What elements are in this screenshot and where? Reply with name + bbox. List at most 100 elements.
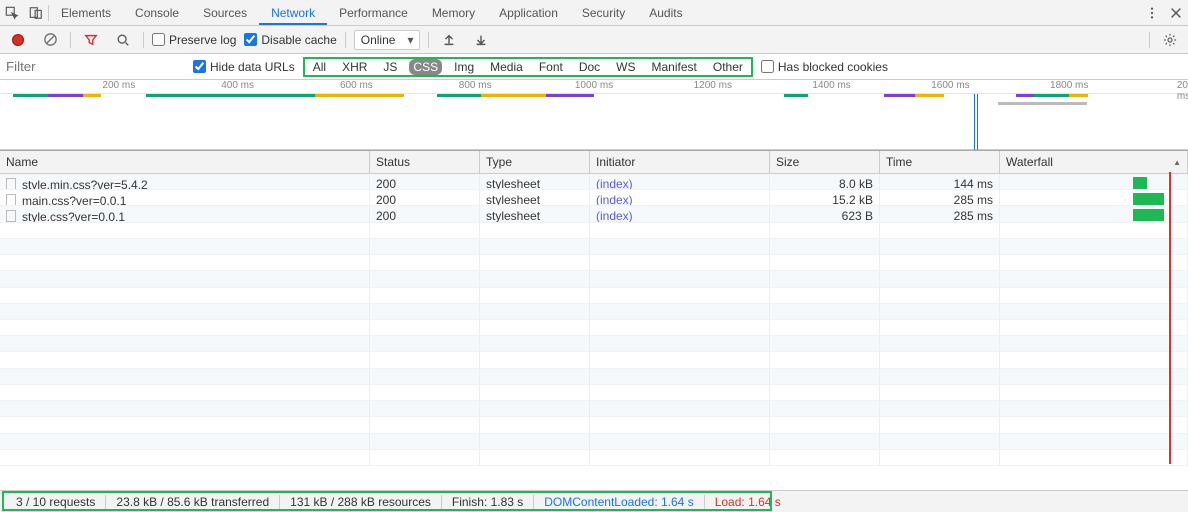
- type-filter-font[interactable]: Font: [535, 59, 567, 75]
- clear-icon[interactable]: [38, 28, 62, 52]
- type-filter-all[interactable]: All: [309, 59, 330, 75]
- overview-tick: 200 ms: [102, 80, 135, 91]
- column-header-type[interactable]: Type: [480, 151, 590, 173]
- cell-empty: [770, 401, 880, 417]
- column-header-time[interactable]: Time: [880, 151, 1000, 173]
- hide-data-urls-checkbox[interactable]: Hide data URLs: [193, 60, 295, 74]
- cell-empty: [770, 239, 880, 255]
- type-filter-other[interactable]: Other: [709, 59, 747, 75]
- cell-empty: [370, 385, 480, 401]
- status-load: Load: 1.64 s: [705, 495, 791, 509]
- initiator-link[interactable]: (index): [596, 209, 633, 222]
- cell-empty: [370, 417, 480, 433]
- cell-empty: [770, 369, 880, 385]
- cell-empty: [480, 401, 590, 417]
- overview-segment: [1034, 94, 1070, 97]
- tab-sources[interactable]: Sources: [191, 1, 259, 25]
- column-header-waterfall[interactable]: Waterfall: [1000, 151, 1188, 173]
- tab-audits[interactable]: Audits: [637, 1, 694, 25]
- tab-security[interactable]: Security: [570, 1, 637, 25]
- overview-segment: [915, 94, 945, 97]
- file-icon: [6, 194, 16, 206]
- cell-empty: [880, 304, 1000, 320]
- tab-application[interactable]: Application: [487, 1, 570, 25]
- cell-empty: [880, 271, 1000, 287]
- type-filter-xhr[interactable]: XHR: [338, 59, 371, 75]
- cell-empty: [880, 369, 1000, 385]
- cell-empty: [0, 352, 370, 368]
- cell-empty: [590, 417, 770, 433]
- upload-har-icon[interactable]: [437, 28, 461, 52]
- cell-empty: [590, 288, 770, 304]
- tab-network[interactable]: Network: [259, 1, 327, 25]
- column-header-initiator[interactable]: Initiator: [590, 151, 770, 173]
- disable-cache-checkbox[interactable]: Disable cache: [244, 33, 336, 47]
- cell-empty: [0, 385, 370, 401]
- overview-tick: 1800 ms: [1050, 80, 1088, 91]
- tab-elements[interactable]: Elements: [49, 1, 123, 25]
- device-toolbar-icon[interactable]: [24, 1, 48, 25]
- column-header-name[interactable]: Name: [0, 151, 370, 173]
- cell-empty: [590, 401, 770, 417]
- timeline-overview[interactable]: 200 ms400 ms600 ms800 ms1000 ms1200 ms14…: [0, 80, 1188, 150]
- type-filter-doc[interactable]: Doc: [575, 59, 604, 75]
- cell-empty: [880, 223, 1000, 239]
- cell-empty: [1000, 255, 1188, 271]
- tab-performance[interactable]: Performance: [327, 1, 420, 25]
- blocked-cookies-checkbox[interactable]: Has blocked cookies: [761, 60, 888, 74]
- cell-empty: [770, 288, 880, 304]
- overview-tick: 600 ms: [340, 80, 373, 91]
- cell-empty: [370, 304, 480, 320]
- tab-console[interactable]: Console: [123, 1, 191, 25]
- cell-empty: [480, 369, 590, 385]
- cell-empty: [770, 417, 880, 433]
- type-filter-manifest[interactable]: Manifest: [648, 59, 701, 75]
- inspect-element-icon[interactable]: [0, 1, 24, 25]
- cell-empty: [370, 255, 480, 271]
- cell-empty: [880, 352, 1000, 368]
- filter-input[interactable]: [4, 55, 185, 78]
- type-filter-js[interactable]: JS: [379, 59, 401, 75]
- cell-empty: [1000, 223, 1188, 239]
- cell-empty: [1000, 434, 1188, 450]
- tab-memory[interactable]: Memory: [420, 1, 487, 25]
- throttling-select[interactable]: Online ▾: [354, 30, 421, 50]
- record-icon[interactable]: [6, 28, 30, 52]
- cell-empty: [0, 434, 370, 450]
- kebab-menu-icon[interactable]: [1140, 1, 1164, 25]
- cell-time: 144 ms: [880, 174, 1000, 190]
- cell-empty: [880, 434, 1000, 450]
- settings-gear-icon[interactable]: [1158, 28, 1182, 52]
- cell-empty: [0, 304, 370, 320]
- throttling-value: Online: [361, 33, 396, 47]
- preserve-log-checkbox[interactable]: Preserve log: [152, 33, 236, 47]
- initiator-link[interactable]: (index): [596, 177, 633, 190]
- cell-empty: [370, 401, 480, 417]
- type-filter-ws[interactable]: WS: [612, 59, 639, 75]
- column-header-status[interactable]: Status: [370, 151, 480, 173]
- overview-segment: [83, 94, 101, 97]
- cell-empty: [880, 320, 1000, 336]
- cell-empty: [1000, 288, 1188, 304]
- search-icon[interactable]: [111, 28, 135, 52]
- type-filter-css[interactable]: CSS: [409, 59, 442, 75]
- panel-tabs: ElementsConsoleSourcesNetworkPerformance…: [49, 1, 695, 25]
- type-filter-media[interactable]: Media: [486, 59, 527, 75]
- cell-empty: [370, 271, 480, 287]
- cell-empty: [370, 239, 480, 255]
- cell-empty: [480, 271, 590, 287]
- download-har-icon[interactable]: [469, 28, 493, 52]
- overview-segment: [1016, 94, 1034, 97]
- cell-empty: [370, 450, 480, 466]
- column-header-size[interactable]: Size: [770, 151, 880, 173]
- resource-type-filter: All XHR JS CSS Img Media Font Doc WS Manifest Othe…: [303, 57, 753, 77]
- type-filter-img[interactable]: Img: [450, 59, 478, 75]
- cell-initiator: (index): [590, 174, 770, 190]
- close-icon[interactable]: [1164, 1, 1188, 25]
- cell-status: 200: [370, 206, 480, 222]
- filter-toggle-icon[interactable]: [79, 28, 103, 52]
- cell-empty: [770, 271, 880, 287]
- waterfall-bar: [1133, 209, 1164, 221]
- initiator-link[interactable]: (index): [596, 193, 633, 206]
- cell-empty: [0, 450, 370, 466]
